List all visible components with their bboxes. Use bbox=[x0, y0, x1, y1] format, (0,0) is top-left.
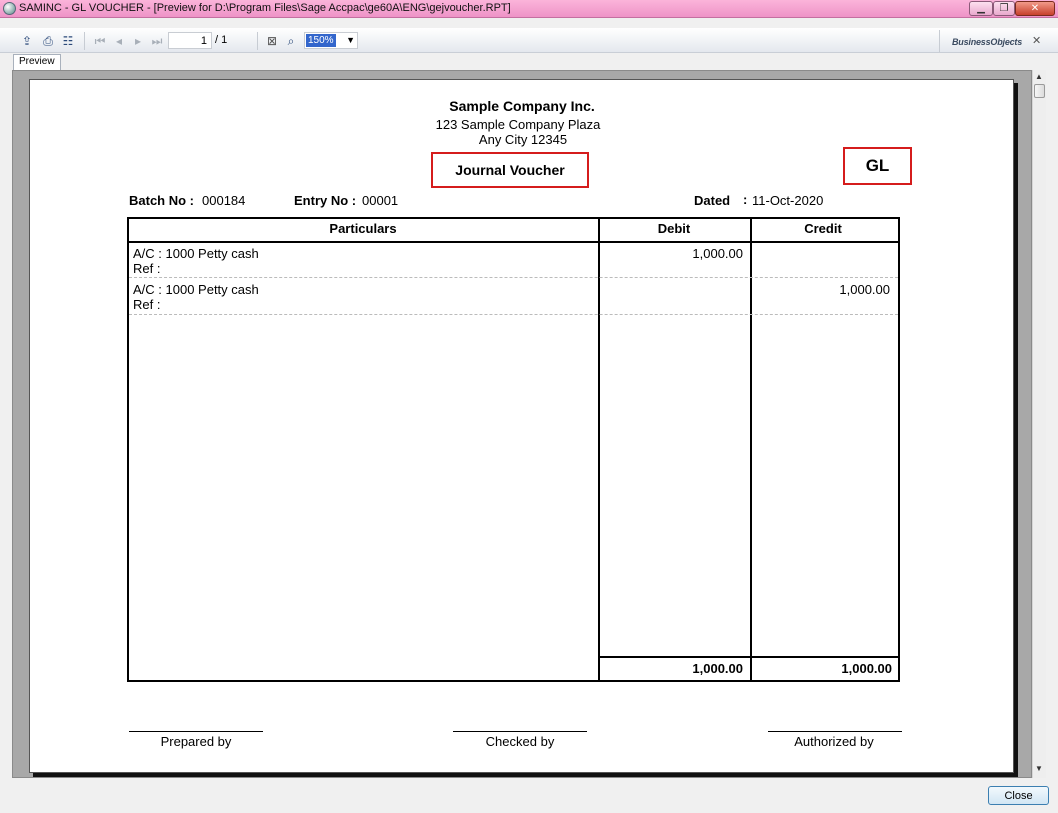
address-line1: 123 Sample Company Plaza bbox=[435, 117, 601, 132]
report-preview-area: Sample Company Inc. 123 Sample Company P… bbox=[12, 70, 1032, 778]
first-page-icon[interactable]: ⏮ bbox=[92, 33, 108, 49]
signature-line-prepared bbox=[129, 731, 263, 732]
window-title: SAMINC - GL VOUCHER - [Preview for D:\Pr… bbox=[19, 2, 511, 14]
table-border-left bbox=[127, 217, 129, 682]
toolbar-separator bbox=[257, 32, 258, 50]
minimize-button[interactable]: ▁ bbox=[969, 1, 993, 16]
scroll-down-icon[interactable]: ▼ bbox=[1035, 764, 1043, 773]
print-icon[interactable]: ⎙ bbox=[40, 33, 56, 49]
table-header-divider bbox=[127, 241, 900, 243]
entry-number: 00001 bbox=[362, 193, 399, 208]
dated-label: Dated bbox=[694, 193, 731, 208]
minimize-icon: ▁ bbox=[977, 3, 985, 14]
authorized-by-label: Authorized by bbox=[794, 734, 874, 749]
preview-toolbar: ⇪ ⎙ ☷ ⏮ ◂ ▸ ⏭ / 1 ⊠ ⌕ 150% ▼ BusinessObj… bbox=[0, 28, 1058, 53]
next-page-icon[interactable]: ▸ bbox=[130, 33, 146, 49]
zoom-select[interactable]: 150% ▼ bbox=[304, 32, 358, 49]
close-button[interactable]: Close bbox=[988, 786, 1049, 805]
row-separator bbox=[129, 277, 898, 278]
page-number-input[interactable] bbox=[168, 32, 212, 49]
table-border-bottom bbox=[127, 680, 900, 682]
table-border-right bbox=[898, 217, 900, 682]
title-bar: SAMINC - GL VOUCHER - [Preview for D:\Pr… bbox=[0, 0, 1058, 18]
table-border-top bbox=[127, 217, 900, 219]
maximize-icon: ❐ bbox=[999, 3, 1009, 14]
zoom-value: 150% bbox=[306, 34, 336, 47]
row1-ref: Ref : bbox=[133, 261, 161, 276]
column-header-particulars: Particulars bbox=[329, 221, 397, 236]
tab-preview[interactable]: Preview bbox=[13, 54, 61, 70]
column-header-debit: Debit bbox=[657, 221, 691, 236]
app-icon bbox=[3, 2, 16, 15]
prev-page-icon[interactable]: ◂ bbox=[111, 33, 127, 49]
group-tree-icon[interactable]: ☷ bbox=[60, 33, 76, 49]
row1-account: A/C : 1000 Petty cash bbox=[133, 246, 259, 261]
report-page: Sample Company Inc. 123 Sample Company P… bbox=[29, 79, 1014, 773]
row2-ref: Ref : bbox=[133, 297, 161, 312]
row2-credit: 1,000.00 bbox=[839, 282, 890, 297]
total-debit: 1,000.00 bbox=[692, 661, 743, 676]
last-page-icon[interactable]: ⏭ bbox=[149, 33, 165, 49]
dated-separator: : bbox=[743, 192, 748, 207]
row2-account: A/C : 1000 Petty cash bbox=[133, 282, 259, 297]
entry-label: Entry No : bbox=[294, 193, 357, 208]
scrollbar-thumb[interactable] bbox=[1034, 84, 1045, 98]
page-total: / 1 bbox=[215, 34, 228, 46]
column-divider-credit bbox=[750, 217, 752, 682]
vertical-scrollbar[interactable]: ▲ ▼ bbox=[1032, 70, 1046, 778]
signature-line-authorized bbox=[768, 731, 902, 732]
batch-label: Batch No : bbox=[129, 193, 194, 208]
journal-voucher-title: Journal Voucher bbox=[431, 152, 589, 188]
dropdown-arrow-icon[interactable]: ▼ bbox=[346, 33, 355, 48]
ledger-code-badge: GL bbox=[843, 147, 912, 185]
scroll-up-icon[interactable]: ▲ bbox=[1035, 72, 1043, 81]
toolbar-separator bbox=[84, 32, 85, 50]
find-icon[interactable]: ⌕ bbox=[283, 33, 299, 49]
export-icon[interactable]: ⇪ bbox=[19, 33, 35, 49]
total-credit: 1,000.00 bbox=[841, 661, 892, 676]
checked-by-label: Checked by bbox=[485, 734, 555, 749]
column-header-credit: Credit bbox=[804, 221, 842, 236]
row1-debit: 1,000.00 bbox=[692, 246, 743, 261]
column-divider-debit bbox=[598, 217, 600, 682]
batch-number: 000184 bbox=[202, 193, 246, 208]
businessobjects-logo: BusinessObjects bbox=[952, 37, 1023, 47]
prepared-by-label: Prepared by bbox=[160, 734, 232, 749]
address-line2: Any City 12345 bbox=[478, 132, 568, 147]
row-separator bbox=[129, 314, 898, 315]
close-icon: ✕ bbox=[1030, 3, 1040, 14]
maximize-button[interactable]: ❐ bbox=[993, 1, 1015, 16]
voucher-date: 11-Oct-2020 bbox=[752, 193, 824, 208]
totals-divider bbox=[598, 656, 900, 658]
toolbar-separator bbox=[939, 30, 940, 52]
stop-icon[interactable]: ⊠ bbox=[264, 33, 280, 49]
close-window-button[interactable]: ✕ bbox=[1015, 1, 1055, 16]
close-icon[interactable]: ✕ bbox=[1032, 34, 1041, 47]
company-name: Sample Company Inc. bbox=[449, 98, 595, 114]
signature-line-checked bbox=[453, 731, 587, 732]
